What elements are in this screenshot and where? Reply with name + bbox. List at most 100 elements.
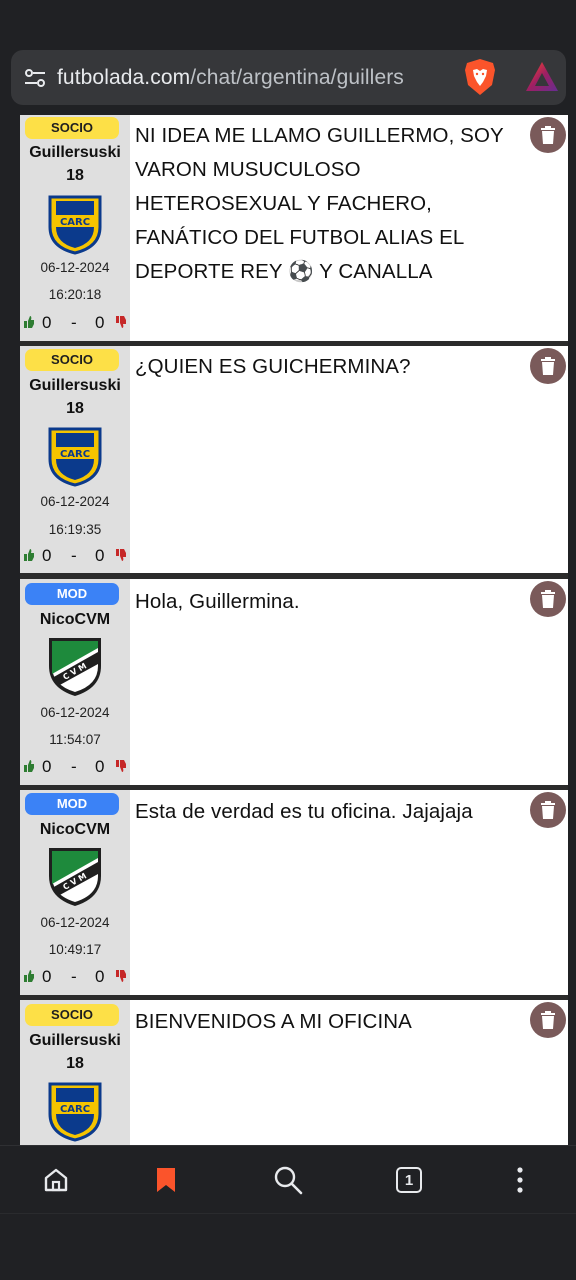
like-count: 0 bbox=[42, 967, 52, 986]
vote-bar: 0 - 0 bbox=[24, 313, 128, 333]
thumbs-down-icon[interactable] bbox=[116, 760, 126, 772]
trash-icon bbox=[541, 126, 555, 144]
dislike-count: 0 bbox=[95, 967, 105, 986]
search-icon bbox=[274, 1166, 303, 1195]
chat-message: MOD NicoCVM C V M 06-12-2024 11:54:07 0 … bbox=[20, 579, 568, 785]
thumbs-up-icon[interactable] bbox=[24, 316, 34, 328]
username-line1: NicoCVM bbox=[39, 821, 111, 838]
like-count: 0 bbox=[42, 313, 52, 332]
message-text: NI IDEA ME LLAMO GUILLERMO, SOY VARON MU… bbox=[135, 124, 504, 283]
username-line1: Guillersuski bbox=[29, 377, 121, 394]
message-date: 06-12-2024 bbox=[40, 915, 110, 930]
rosario-central-crest: CARC bbox=[48, 1082, 102, 1142]
delete-button[interactable] bbox=[530, 581, 566, 617]
tune-icon[interactable] bbox=[23, 66, 47, 90]
home-icon bbox=[44, 1168, 68, 1192]
user-panel: MOD NicoCVM C V M 06-12-2024 11:54:07 0 … bbox=[20, 579, 130, 785]
svg-text:CARC: CARC bbox=[60, 449, 90, 460]
svg-text:CARC: CARC bbox=[60, 1104, 90, 1115]
menu-button[interactable] bbox=[504, 1164, 536, 1196]
vote-bar: 0 - 0 bbox=[24, 967, 128, 987]
delete-button[interactable] bbox=[530, 348, 566, 384]
chat-message: MOD NicoCVM C V M 06-12-2024 10:49:17 0 … bbox=[20, 790, 568, 995]
thumbs-down-icon[interactable] bbox=[116, 549, 126, 561]
message-text: BIENVENIDOS A MI OFICINA bbox=[135, 1010, 412, 1033]
message-date: 06-12-2024 bbox=[40, 494, 110, 509]
user-panel: SOCIO Guillersuski 18 CARC bbox=[20, 1000, 130, 1145]
dislike-count: 0 bbox=[95, 757, 105, 776]
message-body: NI IDEA ME LLAMO GUILLERMO, SOY VARON MU… bbox=[130, 115, 568, 341]
more-icon bbox=[517, 1167, 523, 1193]
user-panel: SOCIO Guillersuski 18 CARC 06-12-2024 16:… bbox=[20, 115, 130, 341]
bookmarks-button[interactable] bbox=[150, 1164, 182, 1196]
url-path: /chat/argentina/guillers bbox=[190, 65, 404, 89]
message-text: Esta de verdad es tu oficina. Jajajaja bbox=[135, 800, 473, 823]
thumbs-down-icon[interactable] bbox=[116, 970, 126, 982]
brave-rewards-icon[interactable] bbox=[524, 60, 560, 94]
username-line2: 18 bbox=[66, 1055, 84, 1072]
url-host: futbolada.com bbox=[57, 65, 191, 89]
like-count: 0 bbox=[42, 546, 52, 565]
address-bar[interactable]: futbolada.com/chat/argentina/guillers bbox=[11, 50, 566, 105]
thumbs-up-icon[interactable] bbox=[24, 970, 34, 982]
home-button[interactable] bbox=[40, 1164, 72, 1196]
message-text: ¿QUIEN ES GUICHERMINA? bbox=[135, 355, 411, 378]
user-panel: MOD NicoCVM C V M 06-12-2024 10:49:17 0 … bbox=[20, 790, 130, 995]
vote-separator: - bbox=[71, 967, 77, 986]
chat-message: SOCIO Guillersuski 18 CARC 06-12-2024 16:… bbox=[20, 346, 568, 573]
tabs-button[interactable]: 1 bbox=[393, 1164, 425, 1196]
delete-button[interactable] bbox=[530, 117, 566, 153]
username-line2: 18 bbox=[66, 167, 84, 184]
vote-bar: 0 - 0 bbox=[24, 757, 128, 777]
role-badge: SOCIO bbox=[25, 349, 119, 371]
message-body: BIENVENIDOS A MI OFICINA bbox=[130, 1000, 568, 1145]
username-line1: NicoCVM bbox=[39, 611, 111, 628]
username[interactable]: Guillersuski 18 bbox=[20, 141, 130, 187]
cvm-crest: C V M bbox=[49, 638, 101, 696]
chat-message: SOCIO Guillersuski 18 CARC 06-12-2024 16:… bbox=[20, 115, 568, 341]
status-bar bbox=[0, 0, 576, 46]
username[interactable]: Guillersuski 18 bbox=[20, 374, 130, 420]
role-badge: SOCIO bbox=[25, 117, 119, 139]
role-badge: MOD bbox=[25, 583, 119, 605]
brave-shields-icon[interactable] bbox=[463, 58, 497, 96]
thumbs-up-icon[interactable] bbox=[24, 760, 34, 772]
message-body: ¿QUIEN ES GUICHERMINA? bbox=[130, 346, 568, 573]
vote-bar: 0 - 0 bbox=[24, 546, 128, 566]
username-line2: 18 bbox=[66, 400, 84, 417]
cvm-crest: C V M bbox=[49, 848, 101, 906]
rosario-central-crest: CARC bbox=[48, 427, 102, 487]
message-date: 06-12-2024 bbox=[40, 705, 110, 720]
tabs-icon: 1 bbox=[396, 1167, 422, 1193]
rosario-central-crest: CARC bbox=[48, 195, 102, 255]
url-text[interactable]: futbolada.com/chat/argentina/guillers bbox=[57, 66, 441, 90]
username[interactable]: Guillersuski 18 bbox=[20, 1029, 130, 1075]
vote-separator: - bbox=[71, 546, 77, 565]
username-line1: Guillersuski bbox=[29, 1032, 121, 1049]
username[interactable]: NicoCVM bbox=[20, 818, 130, 841]
search-button[interactable] bbox=[272, 1164, 304, 1196]
role-badge: SOCIO bbox=[25, 1004, 119, 1026]
vote-separator: - bbox=[71, 313, 77, 332]
message-date: 06-12-2024 bbox=[40, 260, 110, 275]
trash-icon bbox=[541, 357, 555, 375]
chat-message: SOCIO Guillersuski 18 CARC BIENVENIDOS A … bbox=[20, 1000, 568, 1145]
thumbs-up-icon[interactable] bbox=[24, 549, 34, 561]
thumbs-down-icon[interactable] bbox=[116, 316, 126, 328]
gesture-area bbox=[0, 1213, 576, 1280]
username-line1: Guillersuski bbox=[29, 144, 121, 161]
delete-button[interactable] bbox=[530, 1002, 566, 1038]
user-panel: SOCIO Guillersuski 18 CARC 06-12-2024 16:… bbox=[20, 346, 130, 573]
delete-button[interactable] bbox=[530, 792, 566, 828]
trash-icon bbox=[541, 1011, 555, 1029]
trash-icon bbox=[541, 801, 555, 819]
role-badge: MOD bbox=[25, 793, 119, 815]
message-time: 10:49:17 bbox=[48, 942, 102, 957]
message-body: Esta de verdad es tu oficina. Jajajaja bbox=[130, 790, 568, 995]
message-text: Hola, Guillermina. bbox=[135, 590, 300, 613]
bookmark-icon bbox=[157, 1168, 175, 1192]
chat-feed[interactable]: SOCIO Guillersuski 18 CARC 06-12-2024 16:… bbox=[0, 115, 576, 1145]
message-time: 16:20:18 bbox=[48, 287, 102, 302]
trash-icon bbox=[541, 590, 555, 608]
username[interactable]: NicoCVM bbox=[20, 608, 130, 631]
